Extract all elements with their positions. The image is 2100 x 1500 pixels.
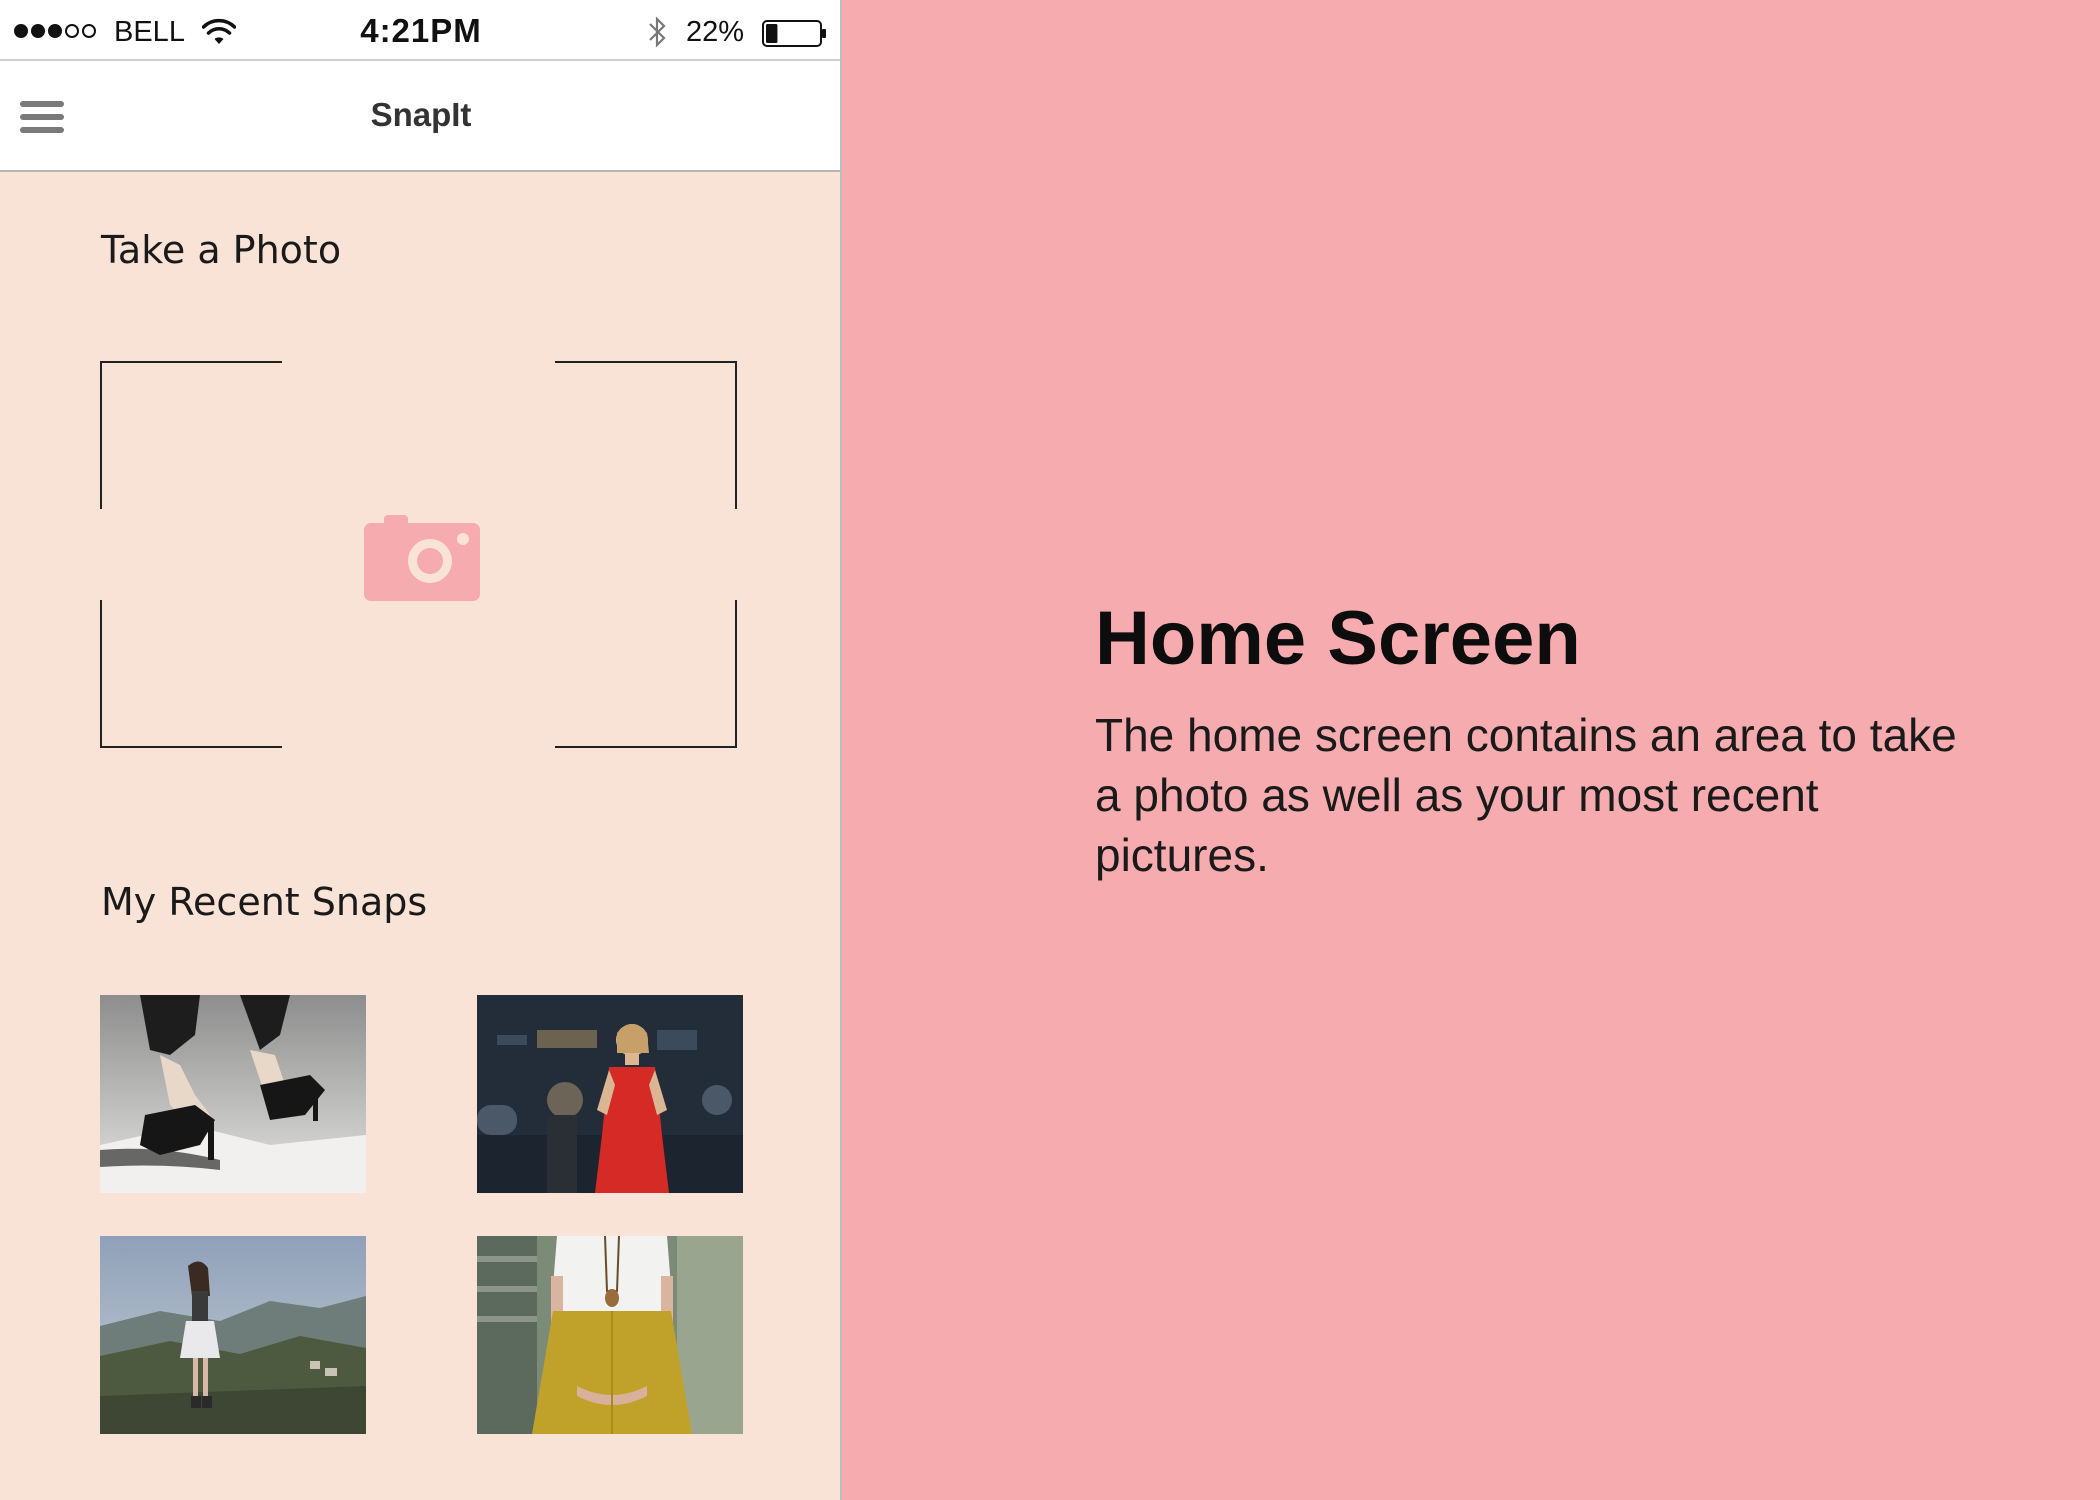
viewfinder-corner [555, 600, 737, 748]
recent-snap-photo[interactable] [100, 995, 366, 1193]
bluetooth-icon [649, 16, 666, 48]
recent-snap-photo[interactable] [477, 995, 743, 1193]
photo-high-heels [100, 995, 366, 1193]
recent-snap-photo[interactable] [100, 1236, 366, 1434]
recent-snaps-heading: My Recent Snaps [101, 880, 428, 924]
app-title: SnapIt [370, 96, 472, 133]
app-header: SnapIt [0, 61, 840, 172]
photo-hilltop [100, 1236, 366, 1434]
battery-level-fill [766, 24, 778, 43]
viewfinder-corner [100, 600, 282, 748]
viewfinder-corner [100, 361, 282, 509]
battery-percent: 22% [686, 16, 745, 48]
screen-description: The home screen contains an area to take… [1095, 709, 1957, 881]
screen-title: Home Screen [1095, 596, 1581, 681]
slide: BELL 4:21PM 22% SnapIt Take a Photo My R… [0, 0, 2100, 1500]
photo-red-dress [477, 995, 743, 1193]
viewfinder-corner [555, 361, 737, 509]
battery-icon [762, 20, 826, 47]
take-photo-heading: Take a Photo [101, 228, 342, 272]
camera-capture-area[interactable] [100, 361, 737, 748]
status-bar: BELL 4:21PM 22% [0, 0, 840, 61]
phone-screen: BELL 4:21PM 22% SnapIt Take a Photo My R… [0, 0, 842, 1500]
photo-mustard-skirt [477, 1236, 743, 1434]
camera-icon[interactable] [364, 515, 480, 601]
recent-snap-photo[interactable] [477, 1236, 743, 1434]
